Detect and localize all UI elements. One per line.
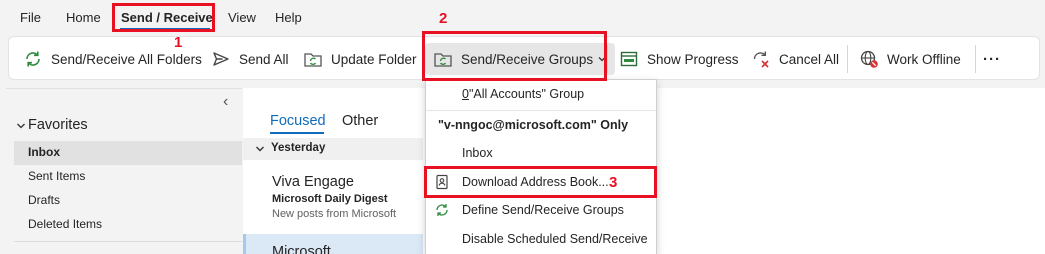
message-preview: New posts from Microsoft: [272, 208, 397, 220]
message-sender: Microsoft: [272, 244, 331, 254]
ribbon-separator: [975, 45, 976, 73]
chevron-down-icon: [17, 123, 25, 129]
selected-message-row[interactable]: Microsoft: [243, 234, 423, 254]
menu-view[interactable]: View: [228, 10, 256, 25]
inbox-label: Inbox: [462, 146, 493, 160]
group-header-label: Yesterday: [271, 142, 326, 154]
folder-sync-icon: [304, 53, 322, 67]
cancel-all-button[interactable]: Cancel All: [751, 47, 839, 71]
sync-settings-icon: [436, 204, 448, 216]
tab-other[interactable]: Other: [342, 113, 378, 129]
progress-window-icon: [620, 51, 638, 67]
ribbon-separator: [607, 45, 608, 73]
work-offline-button[interactable]: Work Offline: [859, 47, 961, 71]
annotation-step-3: 3: [609, 174, 618, 191]
more-options-button[interactable]: ···: [983, 47, 1001, 71]
folder-deleted-items[interactable]: Deleted Items: [28, 217, 102, 231]
menu-item-disable-scheduled[interactable]: Disable Scheduled Send/Receive: [426, 225, 656, 253]
message-sender: Viva Engage: [272, 174, 354, 190]
account-header-label: "v-nngoc@microsoft.com" Only: [438, 118, 629, 132]
chevron-down-icon: [256, 146, 264, 152]
folder-sent-items[interactable]: Sent Items: [28, 169, 85, 183]
divider: [14, 241, 242, 242]
account-header: "v-nngoc@microsoft.com" Only: [426, 111, 656, 139]
group-index: 0: [462, 87, 469, 101]
send-all-button[interactable]: Send All: [211, 47, 289, 71]
cancel-sync-icon: [753, 51, 769, 68]
disable-scheduled-label: Disable Scheduled Send/Receive: [462, 232, 648, 246]
annotation-box-send-receive-tab: [112, 3, 215, 32]
tab-focused[interactable]: Focused: [270, 113, 326, 129]
group-header: Yesterday: [243, 138, 423, 160]
menu-file[interactable]: File: [20, 10, 41, 25]
annotation-step-2: 2: [439, 10, 448, 27]
menu-home[interactable]: Home: [66, 10, 101, 25]
send-all-label: Send All: [239, 51, 289, 67]
menu-item-define-groups[interactable]: Define Send/Receive Groups: [426, 196, 656, 224]
cancel-all-label: Cancel All: [779, 51, 840, 67]
annotation-box-download-address-book: [424, 166, 657, 198]
show-progress-button[interactable]: Show Progress: [619, 47, 739, 71]
annotation-box-groups-button: [422, 31, 607, 81]
define-groups-label: Define Send/Receive Groups: [462, 203, 624, 217]
message-subject: Microsoft Daily Digest: [272, 193, 388, 205]
work-offline-label: Work Offline: [887, 51, 961, 67]
folder-drafts[interactable]: Drafts: [28, 193, 60, 207]
focused-tab-underline: [270, 132, 324, 134]
menu-item-all-accounts-group[interactable]: 0 "All Accounts" Group: [426, 80, 656, 108]
annotation-step-1: 1: [174, 34, 183, 51]
folder-inbox[interactable]: Inbox: [28, 145, 60, 159]
all-accounts-group-label: "All Accounts" Group: [468, 87, 585, 101]
favorites-header[interactable]: Favorites: [28, 117, 88, 133]
show-progress-label: Show Progress: [647, 51, 739, 67]
folder-pane: ‹ Favorites Inbox Sent Items Drafts Dele…: [6, 88, 242, 254]
update-folder-button[interactable]: Update Folder: [303, 47, 417, 71]
globe-offline-icon: [860, 50, 878, 68]
message-list: Focused Other Yesterday Viva Engage Micr…: [243, 88, 423, 254]
collapse-pane-icon[interactable]: ‹: [223, 93, 228, 111]
ribbon-separator: [847, 45, 848, 73]
send-receive-all-label: Send/Receive All Folders: [51, 51, 202, 67]
sync-icon: [26, 51, 40, 67]
send-icon: [213, 52, 229, 66]
menu-item-inbox[interactable]: Inbox: [426, 139, 656, 167]
update-folder-label: Update Folder: [331, 51, 417, 67]
menu-help[interactable]: Help: [275, 10, 302, 25]
